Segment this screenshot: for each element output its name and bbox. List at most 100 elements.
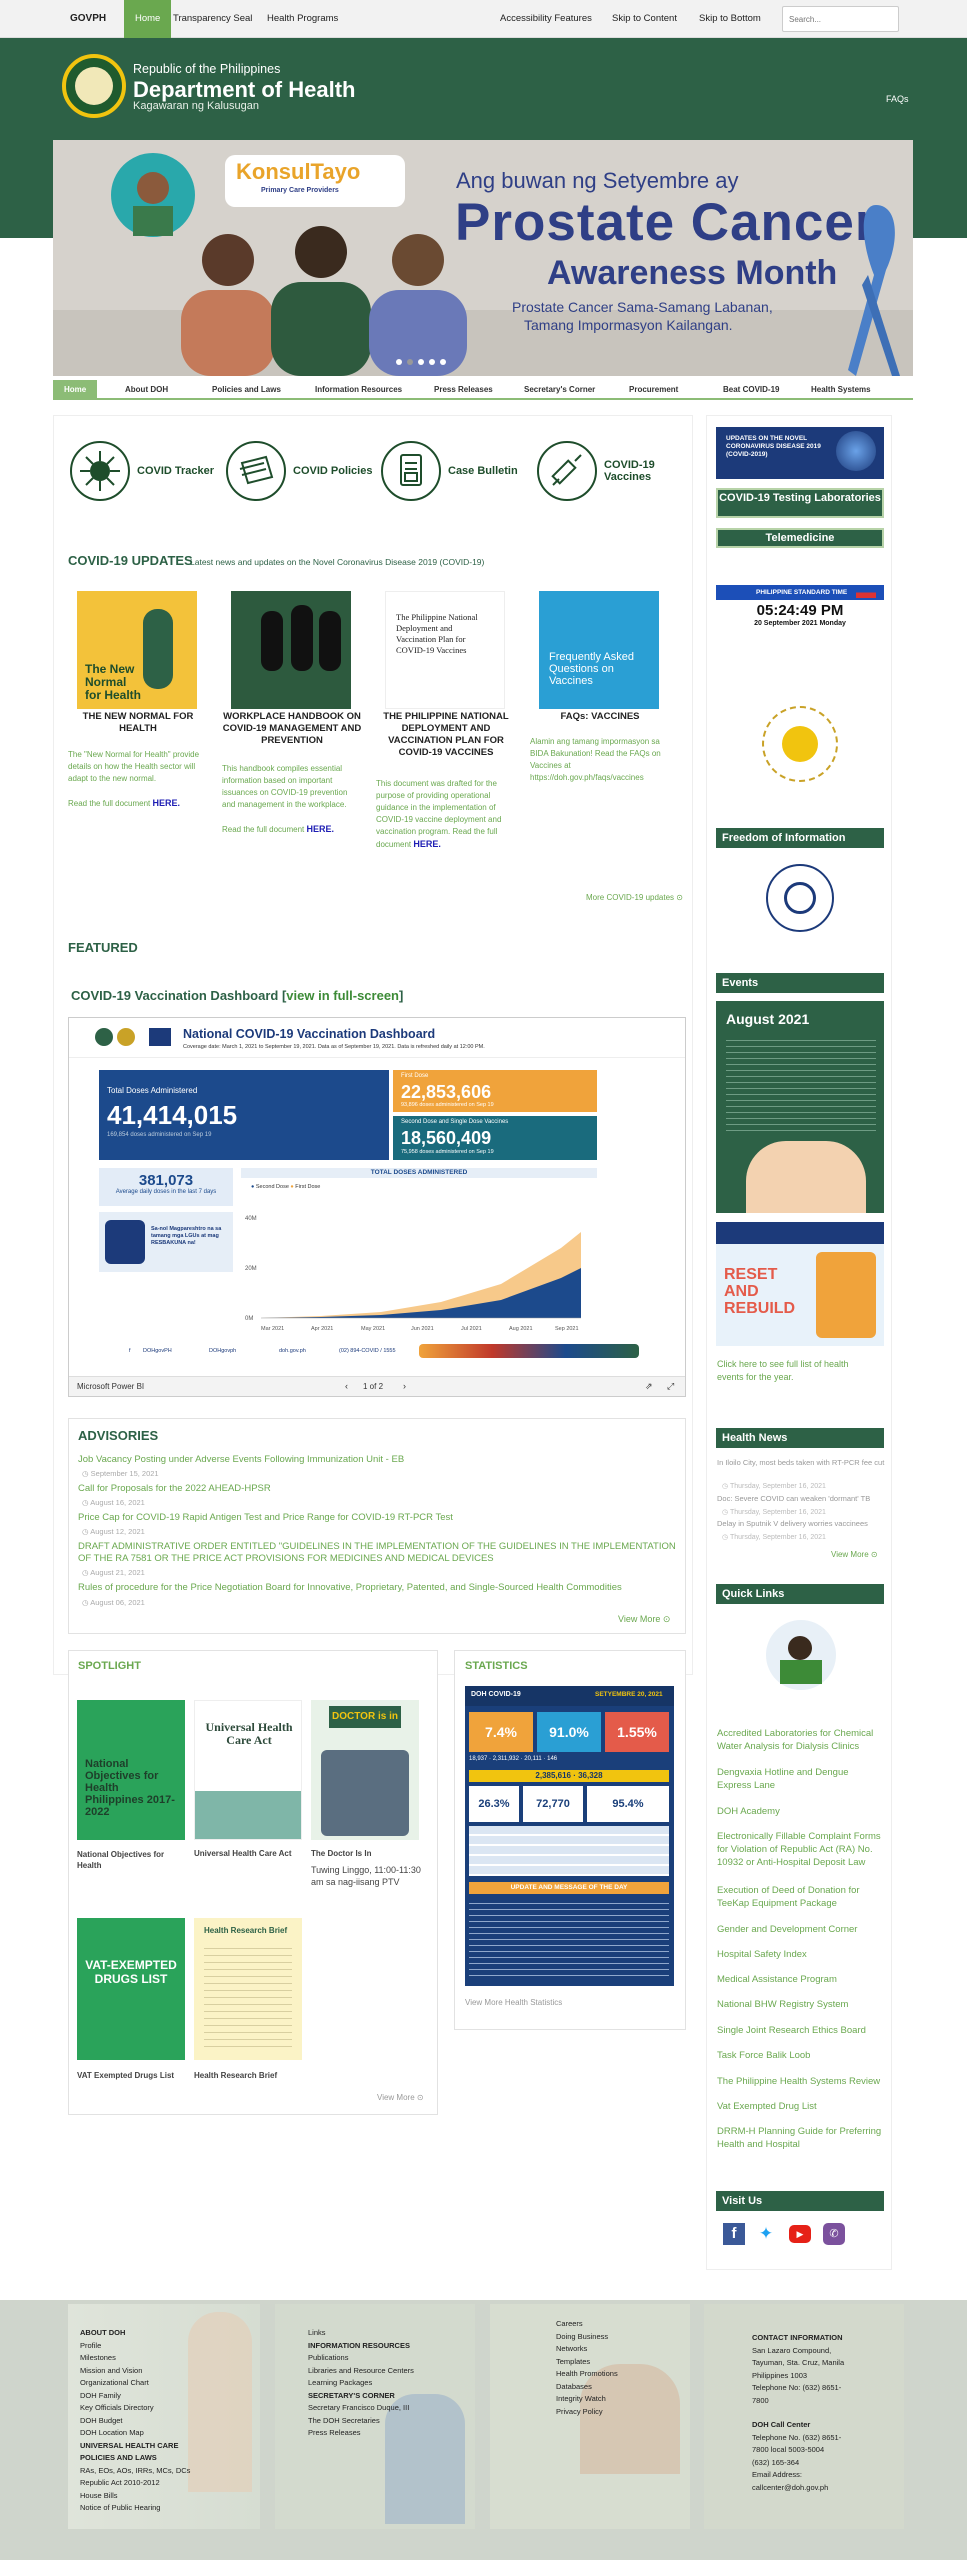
new-normal-image[interactable]: The New Normal for Health: [77, 591, 197, 709]
spotlight-caption[interactable]: VAT Exempted Drugs List: [77, 2071, 187, 2080]
footer-link[interactable]: RAs, EOs, AOs, IRRs, MCs, DCs: [80, 2465, 190, 2478]
footer-link[interactable]: Privacy Policy: [556, 2406, 618, 2419]
youtube-icon[interactable]: ▶: [789, 2225, 811, 2243]
footer-link[interactable]: Mission and Vision: [80, 2365, 190, 2378]
quick-link[interactable]: DOH Academy: [717, 1805, 885, 1818]
mainnav-press[interactable]: Press Releases: [434, 380, 493, 400]
search-input[interactable]: [782, 6, 899, 32]
covid-updates-box[interactable]: UPDATES ON THE NOVEL CORONAVIRUS DISEASE…: [716, 427, 884, 479]
slide-dot-5[interactable]: [440, 359, 446, 365]
fullscreen-icon[interactable]: ⤢: [667, 1381, 674, 1392]
footer-link[interactable]: Organizational Chart: [80, 2377, 190, 2390]
spotlight-image[interactable]: National Objectives for Health Philippin…: [77, 1700, 185, 1840]
quick-link[interactable]: Execution of Deed of Donation for TeeKap…: [717, 1884, 885, 1910]
news-link[interactable]: Delay in Sputnik V delivery worries vacc…: [717, 1519, 885, 1529]
spotlight-caption[interactable]: The Doctor Is In: [311, 1849, 421, 1858]
powerbi-link[interactable]: Microsoft Power BI: [77, 1382, 144, 1391]
quick-link[interactable]: National BHW Registry System: [717, 1998, 885, 2011]
testing-labs-button[interactable]: COVID-19 Testing Laboratories: [716, 488, 884, 518]
advisory-link[interactable]: DRAFT ADMINISTRATIVE ORDER ENTITLED "GUI…: [78, 1541, 678, 1565]
doh-seal-logo[interactable]: [62, 54, 126, 118]
advisory-link[interactable]: Price Cap for COVID-19 Rapid Antigen Tes…: [78, 1512, 668, 1524]
facebook-icon[interactable]: f: [723, 2223, 745, 2245]
mainnav-secretary[interactable]: Secretary's Corner: [524, 380, 595, 400]
spotlight-caption[interactable]: Health Research Brief: [194, 2071, 304, 2080]
footer-link[interactable]: Secretary Francisco Duque, III: [308, 2402, 414, 2415]
skip-to-content-link[interactable]: Skip to Content: [612, 0, 677, 38]
footer-link[interactable]: Republic Act 2010-2012: [80, 2477, 190, 2490]
footer-link[interactable]: Libraries and Resource Centers: [308, 2365, 414, 2378]
statistics-view-more[interactable]: View More Health Statistics: [465, 1998, 562, 2007]
quick-link[interactable]: Medical Assistance Program: [717, 1973, 885, 1986]
nav-health-programs[interactable]: Health Programs: [267, 0, 338, 38]
events-full-list-link[interactable]: Click here to see full list of health ev…: [717, 1358, 867, 1384]
news-view-more[interactable]: View More ⊙: [831, 1550, 878, 1559]
full-screen-link[interactable]: view in full-screen: [286, 988, 399, 1003]
footer-heading[interactable]: UNIVERSAL HEALTH CARE: [80, 2440, 190, 2453]
footer-link[interactable]: Milestones: [80, 2352, 190, 2365]
mainnav-procurement[interactable]: Procurement: [629, 380, 678, 400]
slide-dot-1[interactable]: [396, 359, 402, 365]
quick-link[interactable]: Gender and Development Corner: [717, 1923, 885, 1936]
footer-link[interactable]: Databases: [556, 2381, 618, 2394]
mainnav-home[interactable]: Home: [53, 380, 98, 400]
reset-rebuild-banner[interactable]: RESET AND REBUILD: [716, 1222, 884, 1346]
more-covid-updates-link[interactable]: More COVID-19 updates ⊙: [586, 893, 683, 902]
spotlight-image[interactable]: DOCTOR is in: [311, 1700, 419, 1840]
footer-link[interactable]: Templates: [556, 2356, 618, 2369]
govph-brand[interactable]: GOVPH: [70, 0, 106, 38]
spotlight-image[interactable]: Universal Health Care Act: [194, 1700, 302, 1840]
mainnav-about[interactable]: About DOH: [125, 380, 168, 400]
quick-link[interactable]: Vat Exempted Drug List: [717, 2100, 885, 2113]
footer-link[interactable]: Profile: [80, 2340, 190, 2353]
faqs-vaccines-image[interactable]: Frequently Asked Questions on Vaccines: [539, 591, 659, 709]
quick-link[interactable]: Dengvaxia Hotline and Dengue Express Lan…: [717, 1766, 885, 1792]
advisories-view-more[interactable]: View More ⊙: [618, 1614, 670, 1625]
slide-dot-4[interactable]: [429, 359, 435, 365]
footer-link[interactable]: House Bills: [80, 2490, 190, 2503]
footer-link[interactable]: The DOH Secretaries: [308, 2415, 414, 2428]
news-link[interactable]: Doc: Severe COVID can weaken 'dormant' T…: [717, 1494, 885, 1504]
footer-link[interactable]: Networks: [556, 2343, 618, 2356]
quick-link[interactable]: Hospital Safety Index: [717, 1948, 885, 1961]
mainnav-policies[interactable]: Policies and Laws: [212, 380, 281, 400]
transparency-seal-icon[interactable]: [762, 706, 838, 782]
spotlight-caption[interactable]: National Objectives for Health: [77, 1849, 185, 1871]
here-link[interactable]: HERE.: [153, 798, 181, 808]
events-calendar[interactable]: August 2021: [716, 1001, 884, 1213]
quick-link[interactable]: DRRM-H Planning Guide for Preferring Hea…: [717, 2125, 885, 2151]
here-link[interactable]: HERE.: [413, 839, 441, 849]
footer-link[interactable]: Press Releases: [308, 2427, 414, 2440]
statistics-infographic[interactable]: DOH COVID-19 SETYEMBRE 20, 2021 7.4% 91.…: [465, 1686, 674, 1986]
contact-email[interactable]: callcenter@doh.gov.ph: [752, 2482, 844, 2495]
spotlight-caption[interactable]: Universal Health Care Act: [194, 1849, 304, 1858]
here-link[interactable]: HERE.: [307, 824, 335, 834]
faqs-link[interactable]: FAQs: [886, 94, 909, 104]
spotlight-image[interactable]: VAT-EXEMPTED DRUGS LIST: [77, 1918, 185, 2060]
hero-banner[interactable]: KonsulTayo Primary Care Providers Ang bu…: [53, 140, 913, 376]
quick-link[interactable]: Electronically Fillable Complaint Forms …: [717, 1830, 885, 1869]
footer-link[interactable]: DOH Location Map: [80, 2427, 190, 2440]
footer-link[interactable]: Integrity Watch: [556, 2393, 618, 2406]
advisory-link[interactable]: Call for Proposals for the 2022 AHEAD-HP…: [78, 1483, 668, 1495]
advisory-link[interactable]: Job Vacancy Posting under Adverse Events…: [78, 1454, 668, 1466]
prev-page-icon[interactable]: ‹: [345, 1381, 348, 1391]
foi-logo-icon[interactable]: [766, 864, 834, 932]
deployment-plan-image[interactable]: The Philippine National Deployment and V…: [385, 591, 505, 709]
quick-link[interactable]: Task Force Balik Loob: [717, 2049, 885, 2062]
spotlight-image[interactable]: Health Research Brief: [194, 1918, 302, 2060]
footer-link[interactable]: Notice of Public Hearing: [80, 2502, 190, 2515]
twitter-icon[interactable]: ✦: [755, 2223, 777, 2245]
telemedicine-button[interactable]: Telemedicine: [716, 528, 884, 548]
advisory-link[interactable]: Rules of procedure for the Price Negotia…: [78, 1582, 678, 1594]
nav-home[interactable]: Home: [124, 0, 172, 38]
news-link[interactable]: In Iloilo City, most beds taken with RT-…: [717, 1458, 885, 1468]
footer-link[interactable]: DOH Family: [80, 2390, 190, 2403]
slide-dot-3[interactable]: [418, 359, 424, 365]
viber-icon[interactable]: ✆: [823, 2223, 845, 2245]
footer-link[interactable]: DOH Budget: [80, 2415, 190, 2428]
quick-link[interactable]: Accredited Laboratories for Chemical Wat…: [717, 1727, 885, 1753]
accessibility-link[interactable]: Accessibility Features: [500, 0, 592, 38]
mainnav-health-systems[interactable]: Health Systems: [811, 380, 871, 400]
footer-link[interactable]: Key Officials Directory: [80, 2402, 190, 2415]
